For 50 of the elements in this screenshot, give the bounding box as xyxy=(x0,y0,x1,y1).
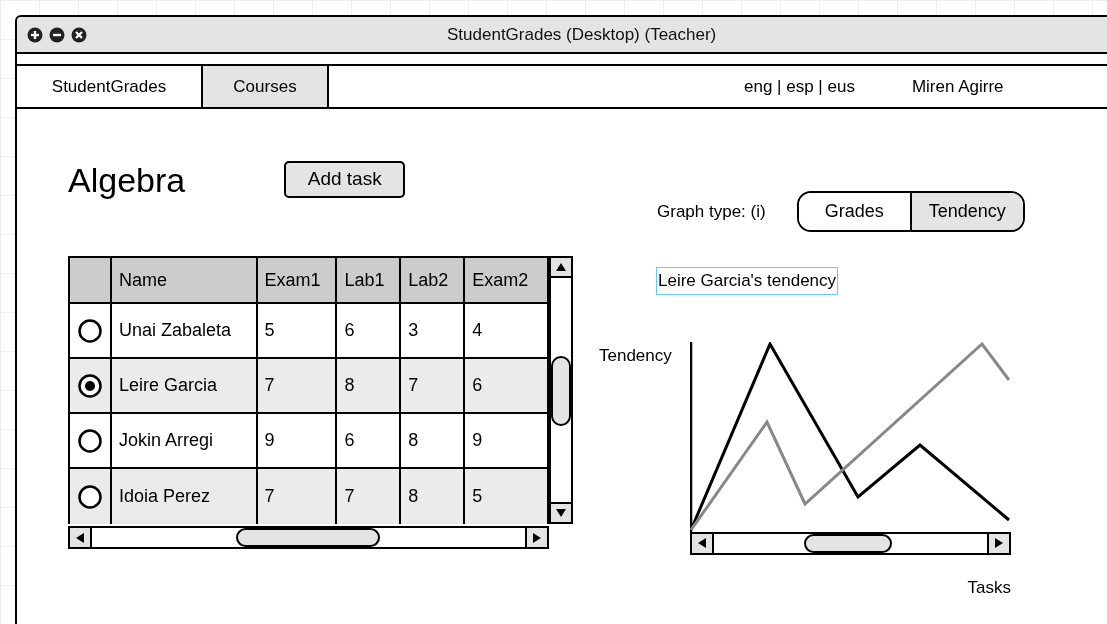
table-cell: Idoia Perez xyxy=(111,469,258,524)
table-cell: 6 xyxy=(337,304,402,357)
column-header: Lab1 xyxy=(337,258,402,302)
table-cell-text: 9 xyxy=(471,429,484,452)
column-header: Name xyxy=(111,258,258,302)
scroll-thumb[interactable] xyxy=(236,528,380,547)
radio-button[interactable] xyxy=(77,484,102,509)
user-name: Miren Agirre xyxy=(911,75,1004,98)
table-cell: 8 xyxy=(401,469,466,524)
scroll-thumb[interactable] xyxy=(804,533,892,553)
close-icon[interactable] xyxy=(71,26,87,43)
course-title: Algebra xyxy=(68,162,186,197)
table-cell: 7 xyxy=(257,469,338,524)
graph-type-label: Graph type: (i) xyxy=(657,200,766,223)
horizontal-scrollbar[interactable] xyxy=(68,526,549,549)
language-links[interactable]: eng | esp | eus xyxy=(744,73,855,100)
table-cell-text: 6 xyxy=(471,374,484,397)
plus-icon[interactable] xyxy=(27,26,43,43)
chart-title: Leire Garcia's tendency xyxy=(656,267,839,295)
table-cell-text: 4 xyxy=(471,319,484,342)
menu-tab[interactable]: Courses xyxy=(203,66,329,107)
x-axis-label: Tasks xyxy=(967,576,1011,599)
table-cell: 5 xyxy=(257,304,338,357)
window-title: StudentGrades (Desktop) (Teacher) xyxy=(447,23,717,46)
table-cell: 8 xyxy=(337,359,402,412)
radio-button[interactable] xyxy=(77,373,102,398)
toggle-option[interactable]: Grades xyxy=(798,193,912,230)
table-cell: 9 xyxy=(257,414,338,467)
table-cell: Jokin Arregi xyxy=(111,414,258,467)
toggle-option[interactable]: Tendency xyxy=(911,193,1023,230)
table-cell: 7 xyxy=(401,359,466,412)
y-axis-label: Tendency xyxy=(599,344,673,367)
table-cell: 7 xyxy=(337,469,402,524)
table-cell-text: 5 xyxy=(471,485,484,508)
radio-button[interactable] xyxy=(77,318,102,343)
table-cell: 6 xyxy=(337,414,402,467)
radio-button[interactable] xyxy=(77,428,102,453)
table-cell: 3 xyxy=(401,304,466,357)
scroll-thumb[interactable] xyxy=(551,356,571,426)
table-cell: Leire Garcia xyxy=(111,359,258,412)
horizontal-scrollbar[interactable] xyxy=(690,531,1011,555)
vertical-scrollbar[interactable] xyxy=(549,256,573,524)
table-cell: 8 xyxy=(401,414,466,467)
table-cell: Unai Zabaleta xyxy=(111,304,258,357)
add-task-button[interactable]: Add task xyxy=(284,161,406,198)
column-header: Exam2 xyxy=(471,268,530,292)
column-header: Exam1 xyxy=(257,258,338,302)
table-cell: 7 xyxy=(257,359,338,412)
minus-icon[interactable] xyxy=(49,26,65,43)
column-header: Lab2 xyxy=(401,258,466,302)
